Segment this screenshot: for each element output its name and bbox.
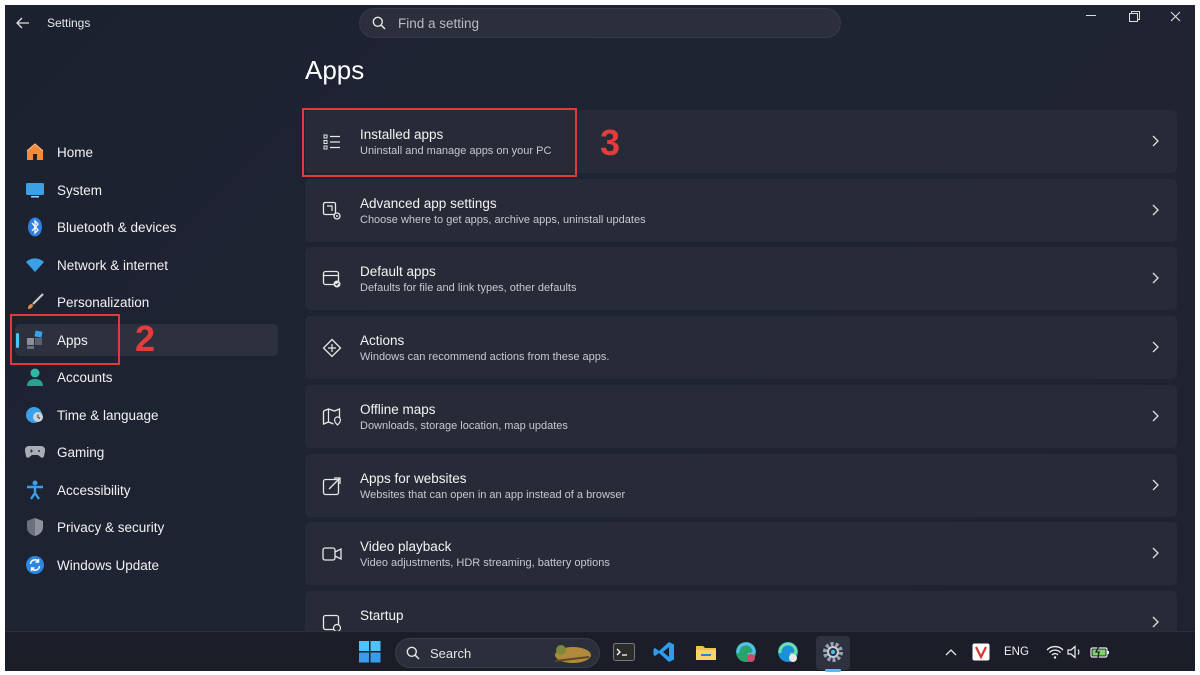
annotation-box-installed-apps (302, 108, 577, 177)
sidebar-item-label: Privacy & security (57, 519, 165, 535)
sidebar-item-label: Gaming (57, 444, 105, 460)
sidebar-item-label: System (57, 182, 103, 198)
startup-icon (321, 612, 343, 631)
home-icon (25, 142, 45, 162)
close-icon[interactable] (1165, 8, 1185, 24)
clock-globe-icon (25, 405, 45, 425)
settings-gear-icon[interactable] (820, 639, 846, 665)
sidebar-item-time-language[interactable]: Time & language (15, 399, 278, 431)
system-icon (25, 180, 45, 200)
annotation-box-apps (10, 314, 120, 365)
search-highlight-image-icon (549, 641, 595, 665)
minimize-icon[interactable] (1081, 8, 1101, 24)
edge-profile-icon[interactable] (733, 639, 759, 665)
terminal-icon[interactable] (611, 639, 637, 665)
default-apps-icon (321, 268, 343, 290)
actions-card[interactable]: Actions Windows can recommend actions fr… (305, 316, 1177, 379)
sidebar-item-accessibility[interactable]: Accessibility (15, 474, 278, 506)
sidebar-item-label: Accessibility (57, 482, 131, 498)
update-icon (25, 555, 45, 575)
battery-charging-icon[interactable] (1087, 639, 1113, 665)
card-title: Video playback (360, 539, 452, 554)
card-subtitle: Downloads, storage location, map updates (360, 420, 568, 432)
card-subtitle: Windows can recommend actions from these… (360, 351, 610, 363)
window-title: Settings (47, 16, 91, 30)
sidebar-item-home[interactable]: Home (15, 136, 278, 168)
wifi-icon (25, 255, 45, 275)
back-arrow-icon[interactable] (15, 15, 31, 31)
sidebar-item-label: Home (57, 144, 94, 160)
card-title: Startup (360, 608, 404, 623)
bluetooth-icon (25, 217, 45, 237)
file-explorer-icon[interactable] (693, 639, 719, 665)
edge-icon[interactable] (775, 639, 801, 665)
language-indicator[interactable]: ENG (1004, 646, 1029, 658)
taskbar-search[interactable]: Search (395, 638, 600, 668)
video-icon (321, 543, 343, 565)
card-subtitle: Choose where to get apps, archive apps, … (360, 214, 646, 226)
chevron-right-icon (1149, 203, 1161, 217)
restore-icon[interactable] (1124, 8, 1144, 24)
sidebar-item-accounts[interactable]: Accounts (15, 361, 278, 393)
map-icon (321, 406, 343, 428)
sidebar-item-label: Windows Update (57, 557, 160, 573)
chevron-right-icon (1149, 546, 1161, 560)
search-placeholder: Find a setting (398, 15, 480, 31)
chevron-up-icon[interactable] (938, 639, 964, 665)
card-title: Default apps (360, 264, 436, 279)
page-title: Apps (305, 55, 365, 85)
app-settings-icon (321, 200, 343, 222)
sidebar-item-label: Network & internet (57, 257, 169, 273)
offline-maps-card[interactable]: Offline maps Downloads, storage location… (305, 385, 1177, 448)
sidebar-item-label: Bluetooth & devices (57, 219, 177, 235)
card-title: Apps for websites (360, 471, 467, 486)
sidebar-item-system[interactable]: System (15, 174, 278, 206)
open-external-icon (321, 475, 343, 497)
chevron-right-icon (1149, 134, 1161, 148)
card-title: Actions (360, 333, 405, 348)
actions-icon (321, 337, 343, 359)
vivaldi-tray-icon[interactable] (968, 639, 994, 665)
sidebar-item-gaming[interactable]: Gaming (15, 436, 278, 468)
taskbar-search-label: Search (430, 645, 472, 661)
sidebar-item-label: Personalization (57, 294, 150, 310)
video-playback-card[interactable]: Video playback Video adjustments, HDR st… (305, 522, 1177, 585)
chevron-right-icon (1149, 409, 1161, 423)
search-icon (372, 16, 386, 30)
sidebar-item-label: Accounts (57, 369, 113, 385)
accounts-icon (25, 367, 45, 387)
shield-icon (25, 517, 45, 537)
accessibility-icon (25, 480, 45, 500)
find-setting-search[interactable]: Find a setting (359, 8, 841, 38)
volume-icon[interactable] (1062, 639, 1088, 665)
sidebar-item-network[interactable]: Network & internet (15, 249, 278, 281)
brush-icon (25, 292, 45, 312)
card-title: Offline maps (360, 402, 436, 417)
card-title: Advanced app settings (360, 196, 497, 211)
default-apps-card[interactable]: Default apps Defaults for file and link … (305, 247, 1177, 310)
gamepad-icon (25, 442, 45, 462)
active-app-indicator (825, 669, 841, 672)
chevron-right-icon (1149, 271, 1161, 285)
advanced-app-settings-card[interactable]: Advanced app settings Choose where to ge… (305, 179, 1177, 242)
card-subtitle: Defaults for file and link types, other … (360, 282, 577, 294)
sidebar-item-windows-update[interactable]: Windows Update (15, 549, 278, 581)
startup-card[interactable]: Startup (305, 591, 1177, 631)
taskbar: Search ENG (5, 631, 1195, 672)
chevron-right-icon (1149, 615, 1161, 629)
sidebar-item-bluetooth[interactable]: Bluetooth & devices (15, 211, 278, 243)
card-subtitle: Websites that can open in an app instead… (360, 489, 626, 501)
chevron-right-icon (1149, 478, 1161, 492)
annotation-step-2: 2 (135, 318, 156, 359)
sidebar-item-privacy[interactable]: Privacy & security (15, 511, 278, 543)
sidebar-item-label: Time & language (57, 407, 159, 423)
chevron-right-icon (1149, 340, 1161, 354)
search-icon (406, 646, 420, 660)
windows-start-icon[interactable] (357, 639, 383, 665)
vscode-icon[interactable] (651, 639, 677, 665)
card-subtitle: Video adjustments, HDR streaming, batter… (360, 557, 610, 569)
annotation-step-3: 3 (600, 122, 621, 163)
apps-for-websites-card[interactable]: Apps for websites Websites that can open… (305, 454, 1177, 517)
settings-window: Settings Find a setting Home System Blue… (5, 5, 1195, 631)
